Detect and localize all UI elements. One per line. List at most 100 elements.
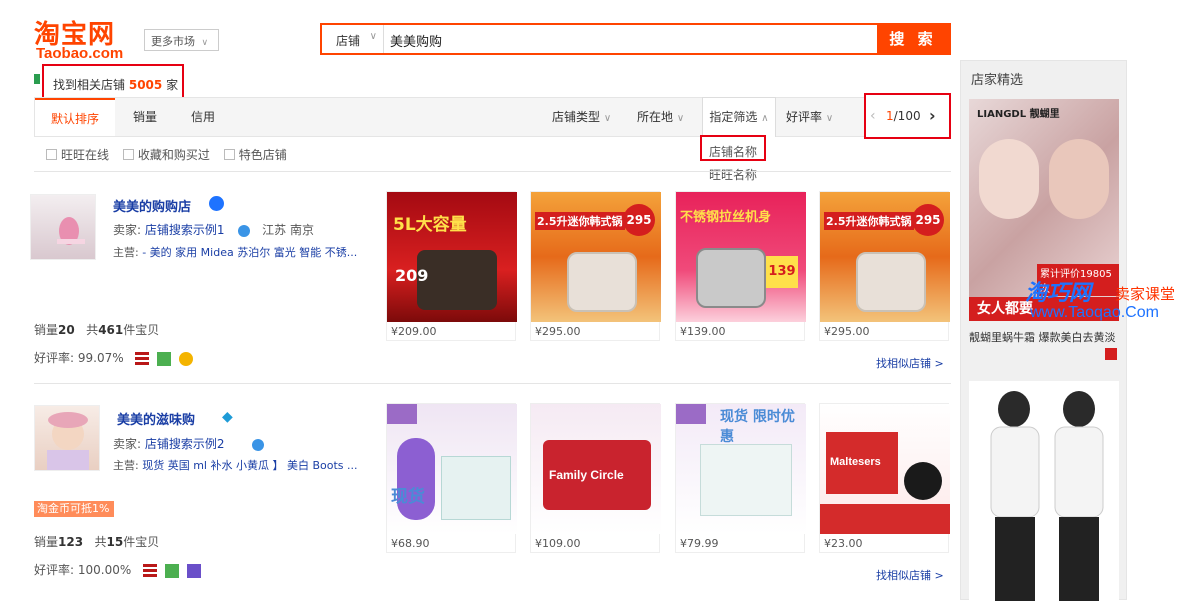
product-card[interactable]: Family Circle ¥109.00 [530,403,661,553]
chevron-down-icon: ∨ [676,113,685,124]
wangwang-icon[interactable] [238,224,251,237]
sales-count: 123 [58,535,84,549]
product-image[interactable]: 5L大容量 209 [387,192,517,322]
rating-filter[interactable]: 好评率 ∨ [786,98,833,136]
checkbox-favorited[interactable]: 收藏和购买过 [122,146,210,163]
product-card[interactable]: 2.5升迷你韩式锅 295 ¥295.00 [530,191,661,341]
rice-cooker-icon [567,252,637,312]
models-icon [990,391,1104,601]
checkbox-box[interactable] [46,149,57,160]
location-label: 所在地 [637,110,674,124]
consumer-protection-icon[interactable] [143,563,158,578]
biz-label: 主营: [113,246,139,259]
seller-label: 卖家: [113,437,142,451]
divider [34,383,951,384]
product-image[interactable]: 2.5升迷你韩式锅 295 [531,192,661,322]
checkbox-online[interactable]: 旺旺在线 [46,146,109,163]
shop-name[interactable]: 美美的滋味购 [117,409,195,428]
express-icon[interactable] [186,563,201,578]
featured-caption[interactable]: 靓蝴里蜗牛霜 爆款美白去黄淡 [969,329,1119,345]
items-prefix: 共 [86,323,99,337]
product-card[interactable]: Maltesers ¥23.00 [819,403,950,553]
product-image[interactable]: Maltesers [820,404,950,534]
product-image[interactable]: 现货 限时优惠 [676,404,806,534]
product-banner: 现货 [391,487,425,507]
corner-tag-icon [387,404,417,424]
product-image[interactable]: 2.5升迷你韩式锅 295 [820,192,950,322]
biz-keywords[interactable]: - 美的 家用 Midea 苏泊尔 富光 智能 不锈... [142,246,357,259]
product-badge: 295 [623,204,655,236]
face-right-icon [1049,139,1109,219]
product-image[interactable]: Family Circle [531,404,661,534]
dropdown-highlight [700,135,766,161]
panel-title: 店家精选 [971,73,1024,88]
shop-thumbnail[interactable] [30,194,96,260]
sort-credit-tab[interactable]: 信用 [191,98,215,136]
next-page-icon[interactable]: › [929,106,936,125]
filter-bar: 默认排序 销量 信用 店铺类型 ∨ 所在地 ∨ 指定筛选 ∧ 好评率 ∨ [34,97,951,137]
tmall-icon [1105,348,1117,360]
similar-shops-link[interactable]: 找相似店铺 > [876,567,944,583]
guarantee-icon[interactable] [157,351,172,366]
page-total: /100 [893,109,921,123]
shop-name[interactable]: 美美的购购店 [113,196,191,215]
more-market-label: 更多市场 [151,35,195,48]
shop-type-label: 店铺类型 [552,110,601,124]
logo-en[interactable]: Taobao.com [36,45,123,62]
corner-tag-icon [676,404,706,424]
product-card[interactable]: 现货 ¥68.90 [386,403,517,553]
page-current: 1 [886,109,894,123]
search-input[interactable]: 美美购购 [390,31,442,50]
result-prefix: 找到相关店铺 [53,78,126,92]
checkbox-label: 旺旺在线 [61,148,110,162]
items-suffix: 件宝贝 [123,323,160,337]
product-card[interactable]: 2.5升迷你韩式锅 295 ¥295.00 [819,191,950,341]
sales-label: 销量 [34,323,59,337]
product-banner: Family Circle [549,468,624,482]
checkbox-featured[interactable]: 特色店铺 [223,146,287,163]
shop-type-filter[interactable]: 店铺类型 ∨ [552,98,611,136]
dropdown-wangwang-name[interactable]: 旺旺名称 [709,166,757,183]
location-filter[interactable]: 所在地 ∨ [637,98,684,136]
product-image[interactable]: 不锈钢拉丝机身 139 [676,192,806,322]
shop-thumbnail[interactable] [34,405,100,471]
decor-marker [34,74,40,84]
shop-logo-icon [47,412,89,470]
shop-rating: 好评率: 100.00% [34,561,205,578]
shop-rating: 好评率: 99.07% [34,349,197,366]
similar-shops-link[interactable]: 找相似店铺 > [876,355,944,371]
product-image[interactable]: 现货 [387,404,517,534]
product-card[interactable]: 5L大容量 209 ¥209.00 [386,191,517,341]
prev-page-icon[interactable]: ‹ [870,108,876,124]
more-market-select[interactable]: 更多市场 ∨ [144,29,219,51]
diamond-badge-icon: ◆ [222,409,233,425]
badge-group [135,351,197,366]
seller-link[interactable]: 店铺搜索示例2 [145,437,225,451]
search-button[interactable]: 搜 索 [877,25,949,53]
designated-filter[interactable]: 指定筛选 ∧ [702,97,776,137]
product-card[interactable]: 不锈钢拉丝机身 139 ¥139.00 [675,191,806,341]
chevron-up-icon: ∧ [761,113,769,124]
rating-text: 好评率: 99.07% [34,351,124,365]
watermark-url: www.Taoqao.Com [1030,304,1159,321]
shop-location: 江苏 南京 [262,223,314,237]
consumer-protection-icon[interactable] [135,351,150,366]
product-price: ¥295.00 [535,325,581,338]
designated-label: 指定筛选 [709,110,758,124]
checkbox-box[interactable] [223,149,235,160]
brand-logo: LIANGDL 靓蝴里 [977,109,1060,120]
checkbox-box[interactable] [122,149,134,160]
rice-cooker-icon [856,252,926,312]
seller-link[interactable]: 店铺搜索示例1 [145,223,225,237]
product-card[interactable]: 现货 限时优惠 ¥79.99 [675,403,806,553]
search-type-select[interactable]: 店铺 ∨ [322,25,384,53]
biz-label: 主营: [113,459,139,472]
sort-sales-tab[interactable]: 销量 [133,98,157,136]
guarantee-icon[interactable] [164,563,179,578]
wangwang-icon[interactable] [252,438,265,451]
biz-keywords[interactable]: 现货 英国 ml 补水 小黄瓜 】 美白 Boots ... [142,459,357,472]
gold-medal-icon[interactable] [179,351,194,366]
chevron-down-icon: ∨ [369,31,377,42]
featured-image-2[interactable] [969,381,1119,601]
sort-default-tab[interactable]: 默认排序 [35,98,115,136]
